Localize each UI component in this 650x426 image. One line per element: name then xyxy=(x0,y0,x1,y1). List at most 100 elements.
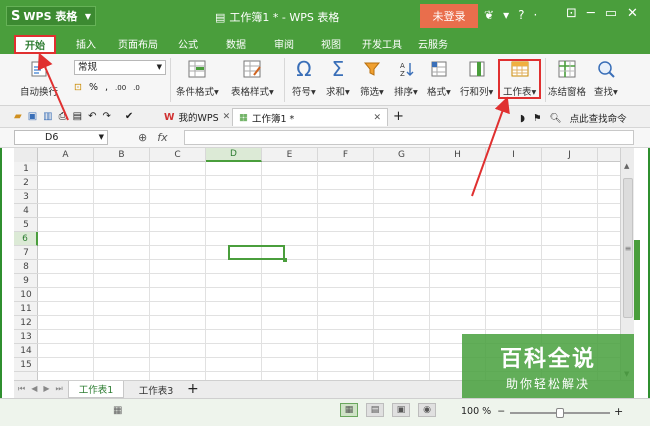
fx-icon[interactable]: fx xyxy=(157,131,167,144)
last-sheet-icon[interactable]: ⏭ xyxy=(56,384,63,394)
zoom-minus-icon[interactable]: − xyxy=(497,406,505,417)
scroll-up-icon[interactable]: ▲ xyxy=(624,162,629,170)
close-icon[interactable]: ✕ xyxy=(373,113,381,123)
conditional-format-button[interactable]: 条件格式▾ xyxy=(176,58,219,98)
sum-button[interactable]: Σ 求和▾ xyxy=(326,57,350,98)
column-header-h[interactable]: H xyxy=(430,148,486,162)
format-button[interactable]: 格式▾ xyxy=(427,58,451,98)
increase-decimal-button[interactable]: .00 xyxy=(115,84,126,92)
minimize-icon[interactable]: ─ xyxy=(587,6,595,21)
number-format-select[interactable]: 常规 ▼ xyxy=(74,60,166,75)
menu-developer[interactable]: 开发工具 xyxy=(362,36,402,51)
column-header-d[interactable]: D xyxy=(206,148,262,162)
row-header-4[interactable]: 4 xyxy=(14,204,38,218)
print-icon[interactable]: ⎙ xyxy=(59,111,67,122)
calendar-icon[interactable]: ▦ xyxy=(113,405,122,416)
menu-formula[interactable]: 公式 xyxy=(178,36,198,51)
tab-my-wps[interactable]: W 我的WPS ✕ xyxy=(158,108,236,126)
column-header-g[interactable]: G xyxy=(374,148,430,162)
zoom-search-icon[interactable]: ⊕ xyxy=(138,131,147,144)
row-header-8[interactable]: 8 xyxy=(14,260,38,274)
row-header-14[interactable]: 14 xyxy=(14,344,38,358)
menu-data[interactable]: 数据 xyxy=(226,36,246,51)
app-menu-button[interactable]: S WPS 表格 ▼ xyxy=(6,6,96,26)
select-all-corner[interactable] xyxy=(14,148,38,162)
cell-name-box[interactable]: D6 ▼ xyxy=(14,130,108,145)
currency-icon[interactable]: ⊡ xyxy=(74,82,82,93)
column-header-a[interactable]: A xyxy=(38,148,94,162)
symbol-button[interactable]: Ω 符号▾ xyxy=(292,57,316,98)
preview-icon[interactable]: ▤ xyxy=(73,111,82,122)
menu-home[interactable]: 开始 xyxy=(14,35,56,54)
freeze-panes-button[interactable]: 冻结窗格 xyxy=(548,58,586,98)
find-button[interactable]: 查找▾ xyxy=(594,58,618,98)
tab-workbook[interactable]: ▦ 工作簿1 * ✕ xyxy=(232,108,388,126)
row-header-5[interactable]: 5 xyxy=(14,218,38,232)
skin-icon[interactable]: ◗ xyxy=(520,113,525,124)
sheet-tab-3[interactable]: 工作表3 xyxy=(128,381,184,398)
column-header-f[interactable]: F xyxy=(318,148,374,162)
save-icon[interactable]: ▣ xyxy=(28,111,37,122)
zoom-slider-knob[interactable] xyxy=(556,408,564,418)
formula-input[interactable] xyxy=(184,130,634,145)
command-search[interactable]: 点此查找命令 xyxy=(570,111,627,125)
active-cell-d6[interactable] xyxy=(228,245,287,262)
menu-view[interactable]: 视图 xyxy=(321,36,341,51)
help-icon[interactable]: ? xyxy=(518,8,524,22)
row-header-11[interactable]: 11 xyxy=(14,302,38,316)
row-header-15[interactable]: 15 xyxy=(14,358,38,372)
close-icon[interactable]: ✕ xyxy=(223,112,231,122)
redo-icon[interactable]: ↷ xyxy=(102,111,110,122)
decrease-decimal-button[interactable]: .0 xyxy=(133,84,140,92)
row-header-1[interactable]: 1 xyxy=(14,162,38,176)
menu-insert[interactable]: 插入 xyxy=(76,36,96,51)
add-sheet-icon[interactable]: + xyxy=(187,381,199,397)
column-header-i[interactable]: I xyxy=(486,148,542,162)
table-style-button[interactable]: 表格样式▾ xyxy=(231,58,274,98)
sort-button[interactable]: AZ 排序▾ xyxy=(394,58,418,98)
menu-cloud[interactable]: 云服务 xyxy=(418,36,448,51)
first-sheet-icon[interactable]: ⏮ xyxy=(18,384,25,394)
row-header-9[interactable]: 9 xyxy=(14,274,38,288)
zoom-slider[interactable] xyxy=(510,408,610,418)
shirt-icon[interactable]: ❦ xyxy=(484,8,494,22)
customize-icon[interactable]: ✔ xyxy=(125,111,133,122)
thousands-button[interactable]: , xyxy=(105,82,108,93)
add-tab-icon[interactable]: + xyxy=(393,109,404,124)
prev-sheet-icon[interactable]: ◀ xyxy=(31,384,37,394)
zoom-plus-icon[interactable]: + xyxy=(614,405,623,418)
menu-page-layout[interactable]: 页面布局 xyxy=(118,36,158,51)
sheet-tab-1[interactable]: 工作表1 xyxy=(68,381,124,398)
column-header-j[interactable]: J xyxy=(542,148,598,162)
flag-icon[interactable]: ⚑ xyxy=(533,113,542,124)
row-header-13[interactable]: 13 xyxy=(14,330,38,344)
page-break-view-button[interactable]: ▤ xyxy=(366,403,384,417)
export-icon[interactable]: ▥ xyxy=(43,111,52,122)
row-header-3[interactable]: 3 xyxy=(14,190,38,204)
close-icon[interactable]: ✕ xyxy=(627,6,638,21)
page-layout-view-button[interactable]: ▣ xyxy=(392,403,410,417)
maximize-icon[interactable]: ▭ xyxy=(605,6,617,21)
scroll-thumb[interactable]: ≡ xyxy=(623,178,633,318)
reading-view-button[interactable]: ◉ xyxy=(418,403,436,417)
filter-button[interactable]: 筛选▾ xyxy=(360,58,384,98)
column-header-e[interactable]: E xyxy=(262,148,318,162)
row-header-7[interactable]: 7 xyxy=(14,246,38,260)
row-header-6[interactable]: 6 xyxy=(14,232,38,246)
row-col-button[interactable]: 行和列▾ xyxy=(460,58,493,98)
menu-review[interactable]: 审阅 xyxy=(274,36,294,51)
open-icon[interactable]: ▰ xyxy=(14,111,22,122)
undo-icon[interactable]: ↶ xyxy=(88,111,96,122)
row-header-10[interactable]: 10 xyxy=(14,288,38,302)
more-icon[interactable]: · xyxy=(533,8,537,22)
cloud-icon[interactable]: ▾ xyxy=(503,8,509,22)
login-button[interactable]: 未登录 xyxy=(420,4,478,28)
column-header-b[interactable]: B xyxy=(94,148,150,162)
column-header-c[interactable]: C xyxy=(150,148,206,162)
normal-view-button[interactable]: ▦ xyxy=(340,403,358,417)
row-header-2[interactable]: 2 xyxy=(14,176,38,190)
side-panel-handle[interactable] xyxy=(634,240,640,320)
percent-button[interactable]: % xyxy=(89,82,98,93)
search-icon[interactable]: 🔍︎ xyxy=(550,113,562,124)
next-sheet-icon[interactable]: ▶ xyxy=(43,384,49,394)
